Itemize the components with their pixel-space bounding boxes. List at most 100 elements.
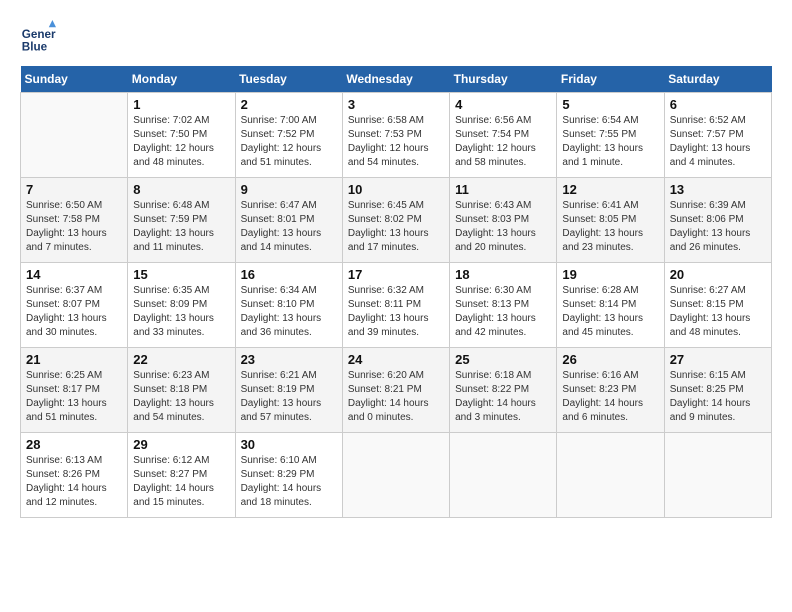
day-number: 16 (241, 267, 337, 282)
day-number: 29 (133, 437, 229, 452)
calendar-cell: 18 Sunrise: 6:30 AMSunset: 8:13 PMDayligh… (450, 263, 557, 348)
day-number: 27 (670, 352, 766, 367)
day-info: Sunrise: 6:47 AMSunset: 8:01 PMDaylight:… (241, 199, 337, 255)
col-header-sunday: Sunday (21, 66, 128, 93)
calendar-header-row: SundayMondayTuesdayWednesdayThursdayFrid… (21, 66, 772, 93)
day-info: Sunrise: 6:21 AMSunset: 8:19 PMDaylight:… (241, 369, 337, 425)
day-info: Sunrise: 6:27 AMSunset: 8:15 PMDaylight:… (670, 284, 766, 340)
calendar-cell: 5 Sunrise: 6:54 AMSunset: 7:55 PMDaylight… (557, 93, 664, 178)
day-number: 4 (455, 97, 551, 112)
calendar-cell: 23 Sunrise: 6:21 AMSunset: 8:19 PMDayligh… (235, 348, 342, 433)
day-number: 26 (562, 352, 658, 367)
day-number: 10 (348, 182, 444, 197)
day-number: 13 (670, 182, 766, 197)
day-info: Sunrise: 6:54 AMSunset: 7:55 PMDaylight:… (562, 114, 658, 170)
calendar-cell: 25 Sunrise: 6:18 AMSunset: 8:22 PMDayligh… (450, 348, 557, 433)
day-info: Sunrise: 7:00 AMSunset: 7:52 PMDaylight:… (241, 114, 337, 170)
day-info: Sunrise: 6:48 AMSunset: 7:59 PMDaylight:… (133, 199, 229, 255)
day-info: Sunrise: 6:25 AMSunset: 8:17 PMDaylight:… (26, 369, 122, 425)
day-number: 11 (455, 182, 551, 197)
calendar-cell: 6 Sunrise: 6:52 AMSunset: 7:57 PMDaylight… (664, 93, 771, 178)
day-info: Sunrise: 7:02 AMSunset: 7:50 PMDaylight:… (133, 114, 229, 170)
calendar-cell: 4 Sunrise: 6:56 AMSunset: 7:54 PMDaylight… (450, 93, 557, 178)
day-info: Sunrise: 6:39 AMSunset: 8:06 PMDaylight:… (670, 199, 766, 255)
day-number: 17 (348, 267, 444, 282)
day-number: 2 (241, 97, 337, 112)
day-number: 30 (241, 437, 337, 452)
calendar-cell: 11 Sunrise: 6:43 AMSunset: 8:03 PMDayligh… (450, 178, 557, 263)
day-info: Sunrise: 6:56 AMSunset: 7:54 PMDaylight:… (455, 114, 551, 170)
day-number: 20 (670, 267, 766, 282)
col-header-saturday: Saturday (664, 66, 771, 93)
calendar-table: SundayMondayTuesdayWednesdayThursdayFrid… (20, 66, 772, 518)
calendar-cell: 10 Sunrise: 6:45 AMSunset: 8:02 PMDayligh… (342, 178, 449, 263)
calendar-cell: 1Sunrise: 7:02 AMSunset: 7:50 PMDaylight… (128, 93, 235, 178)
day-number: 21 (26, 352, 122, 367)
calendar-cell (21, 93, 128, 178)
col-header-friday: Friday (557, 66, 664, 93)
calendar-cell: 28 Sunrise: 6:13 AMSunset: 8:26 PMDayligh… (21, 433, 128, 518)
day-info: Sunrise: 6:43 AMSunset: 8:03 PMDaylight:… (455, 199, 551, 255)
day-info: Sunrise: 6:16 AMSunset: 8:23 PMDaylight:… (562, 369, 658, 425)
calendar-cell: 14 Sunrise: 6:37 AMSunset: 8:07 PMDayligh… (21, 263, 128, 348)
day-number: 22 (133, 352, 229, 367)
calendar-cell: 20 Sunrise: 6:27 AMSunset: 8:15 PMDayligh… (664, 263, 771, 348)
day-info: Sunrise: 6:50 AMSunset: 7:58 PMDaylight:… (26, 199, 122, 255)
day-number: 7 (26, 182, 122, 197)
calendar-cell: 30 Sunrise: 6:10 AMSunset: 8:29 PMDayligh… (235, 433, 342, 518)
calendar-cell (557, 433, 664, 518)
svg-text:General: General (22, 28, 56, 41)
day-number: 18 (455, 267, 551, 282)
day-info: Sunrise: 6:30 AMSunset: 8:13 PMDaylight:… (455, 284, 551, 340)
day-info: Sunrise: 6:32 AMSunset: 8:11 PMDaylight:… (348, 284, 444, 340)
col-header-tuesday: Tuesday (235, 66, 342, 93)
day-info: Sunrise: 6:12 AMSunset: 8:27 PMDaylight:… (133, 454, 229, 510)
day-info: Sunrise: 6:15 AMSunset: 8:25 PMDaylight:… (670, 369, 766, 425)
day-info: Sunrise: 6:58 AMSunset: 7:53 PMDaylight:… (348, 114, 444, 170)
calendar-cell: 7 Sunrise: 6:50 AMSunset: 7:58 PMDaylight… (21, 178, 128, 263)
day-info: Sunrise: 6:45 AMSunset: 8:02 PMDaylight:… (348, 199, 444, 255)
day-info: Sunrise: 6:13 AMSunset: 8:26 PMDaylight:… (26, 454, 122, 510)
calendar-week-row: 21 Sunrise: 6:25 AMSunset: 8:17 PMDayligh… (21, 348, 772, 433)
day-number: 12 (562, 182, 658, 197)
calendar-cell: 13 Sunrise: 6:39 AMSunset: 8:06 PMDayligh… (664, 178, 771, 263)
calendar-cell: 12 Sunrise: 6:41 AMSunset: 8:05 PMDayligh… (557, 178, 664, 263)
logo-icon: General Blue (20, 20, 56, 56)
day-info: Sunrise: 6:10 AMSunset: 8:29 PMDaylight:… (241, 454, 337, 510)
day-info: Sunrise: 6:18 AMSunset: 8:22 PMDaylight:… (455, 369, 551, 425)
calendar-week-row: 14 Sunrise: 6:37 AMSunset: 8:07 PMDayligh… (21, 263, 772, 348)
calendar-cell: 8 Sunrise: 6:48 AMSunset: 7:59 PMDaylight… (128, 178, 235, 263)
calendar-cell: 29 Sunrise: 6:12 AMSunset: 8:27 PMDayligh… (128, 433, 235, 518)
day-info: Sunrise: 6:41 AMSunset: 8:05 PMDaylight:… (562, 199, 658, 255)
day-number: 28 (26, 437, 122, 452)
day-number: 5 (562, 97, 658, 112)
day-info: Sunrise: 6:37 AMSunset: 8:07 PMDaylight:… (26, 284, 122, 340)
svg-text:Blue: Blue (22, 41, 48, 54)
day-info: Sunrise: 6:28 AMSunset: 8:14 PMDaylight:… (562, 284, 658, 340)
day-number: 14 (26, 267, 122, 282)
day-number: 6 (670, 97, 766, 112)
logo: General Blue (20, 20, 56, 56)
calendar-cell (450, 433, 557, 518)
day-number: 23 (241, 352, 337, 367)
calendar-cell: 22 Sunrise: 6:23 AMSunset: 8:18 PMDayligh… (128, 348, 235, 433)
day-number: 19 (562, 267, 658, 282)
calendar-cell: 2 Sunrise: 7:00 AMSunset: 7:52 PMDaylight… (235, 93, 342, 178)
calendar-week-row: 7 Sunrise: 6:50 AMSunset: 7:58 PMDaylight… (21, 178, 772, 263)
col-header-monday: Monday (128, 66, 235, 93)
calendar-cell: 15 Sunrise: 6:35 AMSunset: 8:09 PMDayligh… (128, 263, 235, 348)
calendar-cell: 16 Sunrise: 6:34 AMSunset: 8:10 PMDayligh… (235, 263, 342, 348)
day-info: Sunrise: 6:35 AMSunset: 8:09 PMDaylight:… (133, 284, 229, 340)
calendar-cell: 27 Sunrise: 6:15 AMSunset: 8:25 PMDayligh… (664, 348, 771, 433)
day-info: Sunrise: 6:23 AMSunset: 8:18 PMDaylight:… (133, 369, 229, 425)
day-info: Sunrise: 6:20 AMSunset: 8:21 PMDaylight:… (348, 369, 444, 425)
day-number: 15 (133, 267, 229, 282)
calendar-cell: 17 Sunrise: 6:32 AMSunset: 8:11 PMDayligh… (342, 263, 449, 348)
day-number: 3 (348, 97, 444, 112)
day-info: Sunrise: 6:34 AMSunset: 8:10 PMDaylight:… (241, 284, 337, 340)
day-info: Sunrise: 6:52 AMSunset: 7:57 PMDaylight:… (670, 114, 766, 170)
day-number: 8 (133, 182, 229, 197)
calendar-week-row: 1Sunrise: 7:02 AMSunset: 7:50 PMDaylight… (21, 93, 772, 178)
col-header-wednesday: Wednesday (342, 66, 449, 93)
day-number: 25 (455, 352, 551, 367)
